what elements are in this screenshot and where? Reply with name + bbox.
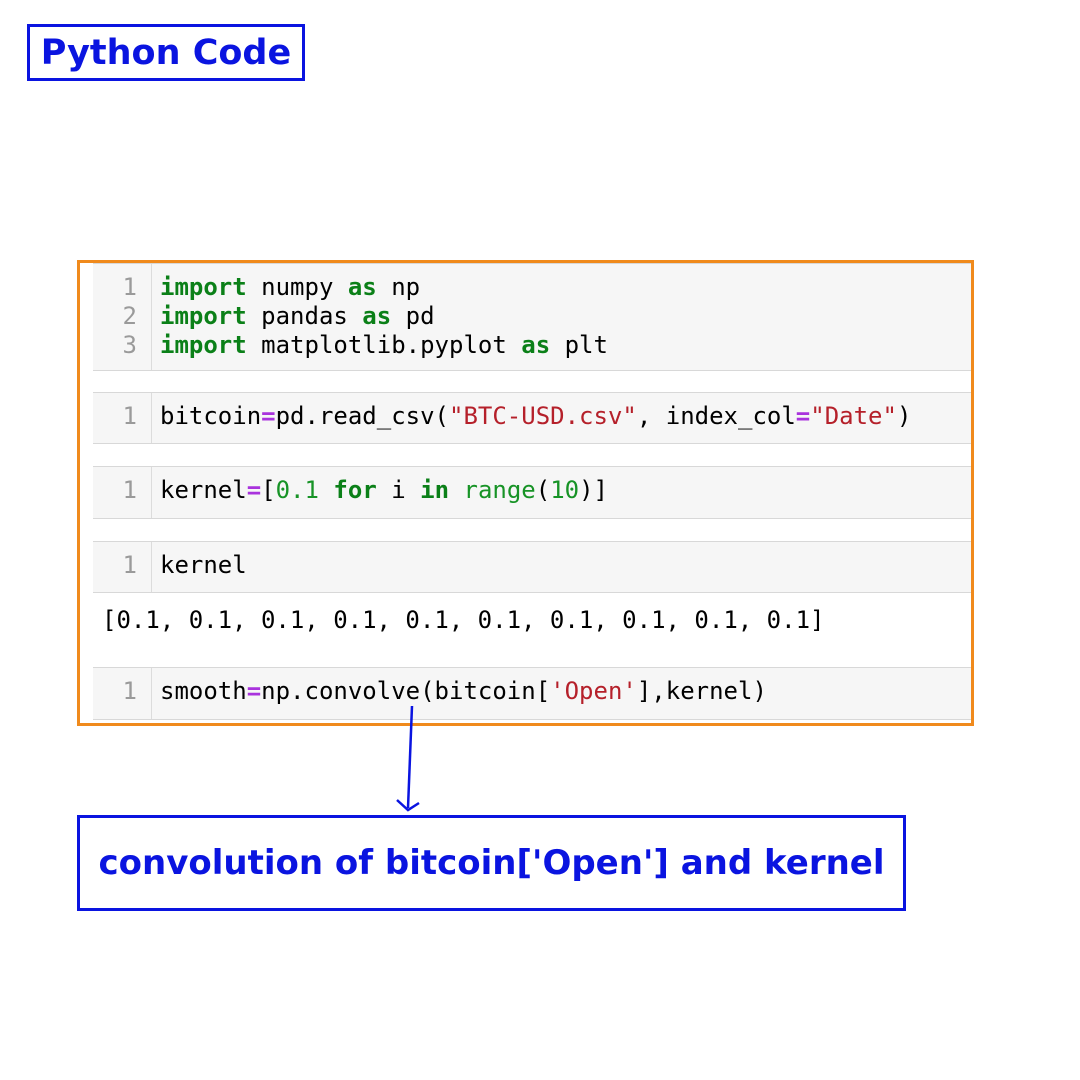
caption: convolution of bitcoin['Open'] and kerne…	[77, 815, 906, 911]
down-arrow-icon	[396, 705, 420, 812]
